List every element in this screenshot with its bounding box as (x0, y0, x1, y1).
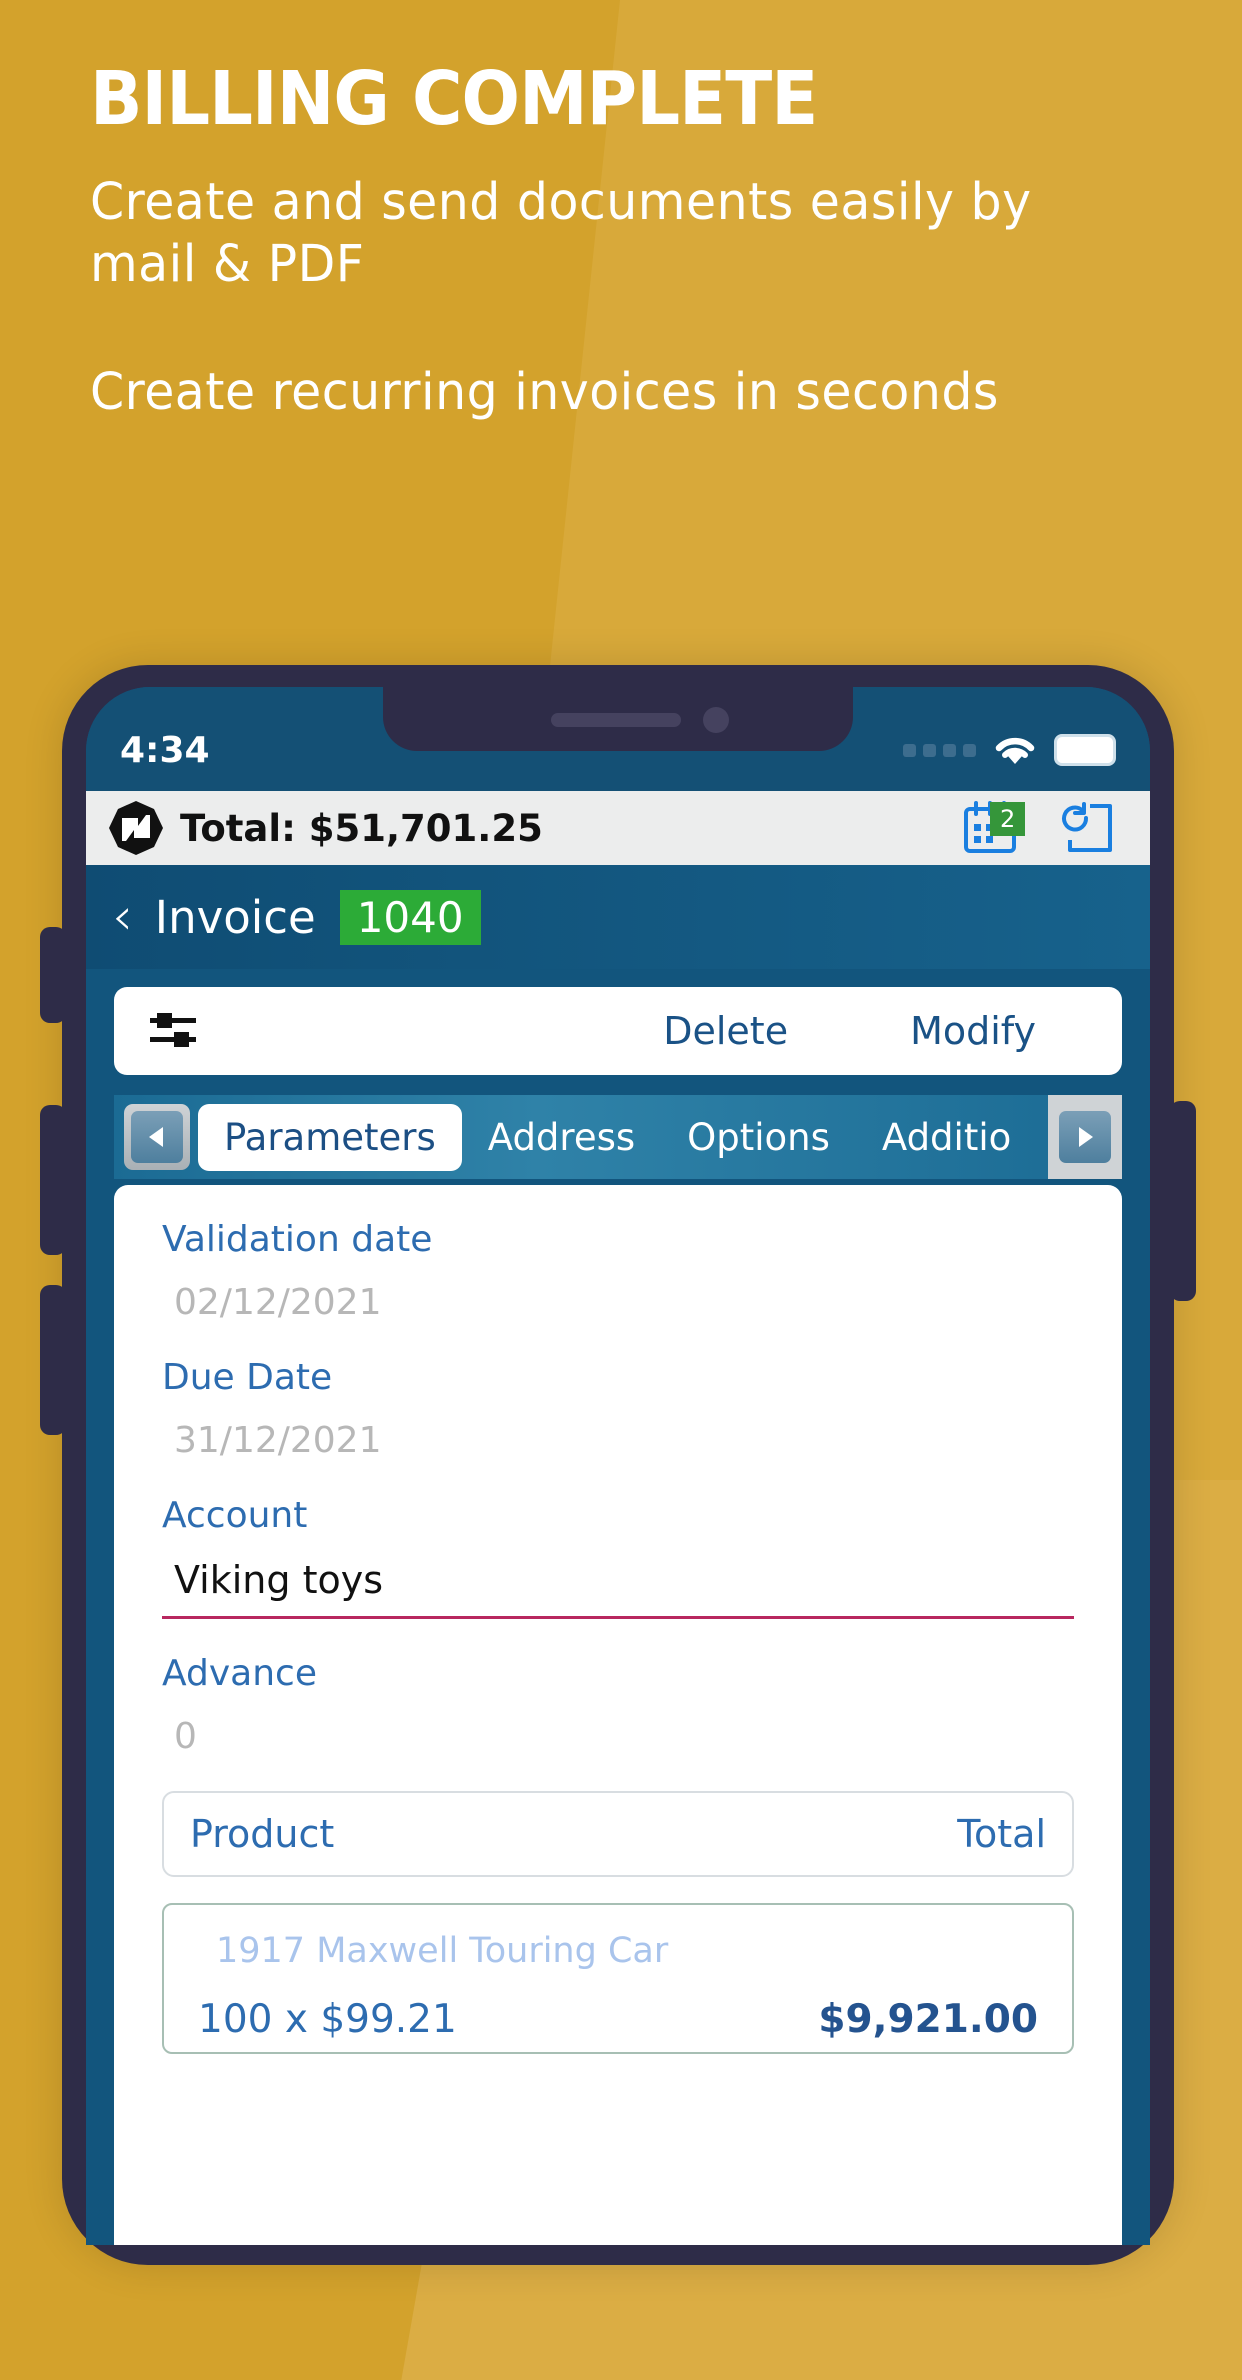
field-advance[interactable]: Advance 0 (114, 1653, 1122, 1757)
promo-subtitle-2: Create recurring invoices in seconds (90, 363, 999, 423)
product-line-values: 100 x $99.21 $9,921.00 (198, 1997, 1038, 2052)
parameters-form-card: Validation date 02/12/2021 Due Date 31/1… (114, 1185, 1122, 2245)
tab-options[interactable]: Options (661, 1116, 856, 1159)
product-table-header: Product Total (162, 1791, 1074, 1877)
calendar-badge: 2 (990, 802, 1026, 836)
field-label: Due Date (162, 1357, 333, 1398)
total-column-header: Total (957, 1812, 1046, 1856)
invoice-action-bar: Delete Modify (114, 987, 1122, 1075)
phone-notch (383, 687, 853, 751)
phone-volume-down-button[interactable] (40, 1285, 66, 1435)
phone-front-camera (703, 707, 729, 733)
product-line-total: $9,921.00 (818, 1997, 1038, 2042)
refresh-document-icon (1062, 802, 1112, 852)
back-chevron-icon[interactable]: ‹ (112, 891, 133, 943)
delete-button[interactable]: Delete (663, 1009, 788, 1053)
filter-sliders-icon[interactable] (148, 1011, 198, 1051)
signal-dots-icon (903, 743, 976, 757)
tabs-scroll-right-button[interactable] (1048, 1095, 1122, 1179)
field-value: 0 (174, 1716, 197, 1757)
app-total-bar: Total: $51,701.25 2 (86, 791, 1150, 865)
phone-power-button[interactable] (1170, 1101, 1196, 1301)
field-label: Validation date (162, 1219, 433, 1260)
status-bar-time: 4:34 (120, 729, 210, 771)
field-validation-date[interactable]: Validation date 02/12/2021 (114, 1219, 1122, 1323)
phone-screen: 4:34 Total: $51,701.25 2 ‹ Invoice 1040 … (86, 687, 1150, 2245)
promo-text-block: BILLING COMPLETE Create and send documen… (90, 62, 1150, 425)
phone-earpiece (551, 713, 681, 727)
app-topbar-actions: 2 (962, 800, 1128, 856)
product-line-item[interactable]: 1917 Maxwell Touring Car 100 x $99.21 $9… (162, 1903, 1074, 2054)
invoice-total-label: Total: $51,701.25 (180, 806, 543, 850)
promo-headline: BILLING COMPLETE (90, 56, 818, 142)
tab-additional[interactable]: Additio (856, 1116, 1037, 1159)
page-title: Invoice (154, 890, 316, 944)
product-quantity-price: 100 x $99.21 (198, 1997, 457, 2042)
invoice-nav-bar: ‹ Invoice 1040 (86, 865, 1150, 969)
phone-mute-switch[interactable] (40, 927, 66, 1023)
product-column-header: Product (190, 1812, 335, 1856)
phone-mockup: 4:34 Total: $51,701.25 2 ‹ Invoice 1040 … (40, 665, 1196, 2265)
field-label: Advance (162, 1653, 317, 1694)
status-bar-indicators (903, 733, 1116, 767)
field-value: 02/12/2021 (174, 1282, 382, 1323)
product-name: 1917 Maxwell Touring Car (216, 1931, 669, 1971)
modify-button[interactable]: Modify (910, 1009, 1036, 1053)
field-account[interactable]: Account Viking toys (114, 1495, 1122, 1619)
field-value: Viking toys (174, 1558, 383, 1602)
field-label: Account (162, 1495, 308, 1536)
recurring-document-button[interactable] (1060, 800, 1116, 856)
tab-parameters[interactable]: Parameters (198, 1103, 462, 1171)
arrow-right-icon (1059, 1111, 1111, 1163)
field-due-date[interactable]: Due Date 31/12/2021 (114, 1357, 1122, 1461)
field-value: 31/12/2021 (174, 1420, 382, 1461)
calendar-button[interactable]: 2 (962, 800, 1026, 856)
invoice-number-badge: 1040 (339, 889, 481, 945)
promo-subtitle-1: Create and send documents easily by mail… (90, 173, 1032, 295)
field-focus-underline (162, 1616, 1074, 1619)
invoice-tab-bar: Parameters Address Options Additio (114, 1095, 1122, 1179)
tabs-scroll-left-button[interactable] (124, 1104, 190, 1170)
battery-icon (1054, 734, 1116, 766)
wifi-icon (995, 737, 1035, 764)
phone-volume-up-button[interactable] (40, 1105, 66, 1255)
app-logo-icon[interactable] (108, 800, 164, 856)
arrow-left-icon (131, 1111, 183, 1163)
tab-address[interactable]: Address (462, 1116, 661, 1159)
